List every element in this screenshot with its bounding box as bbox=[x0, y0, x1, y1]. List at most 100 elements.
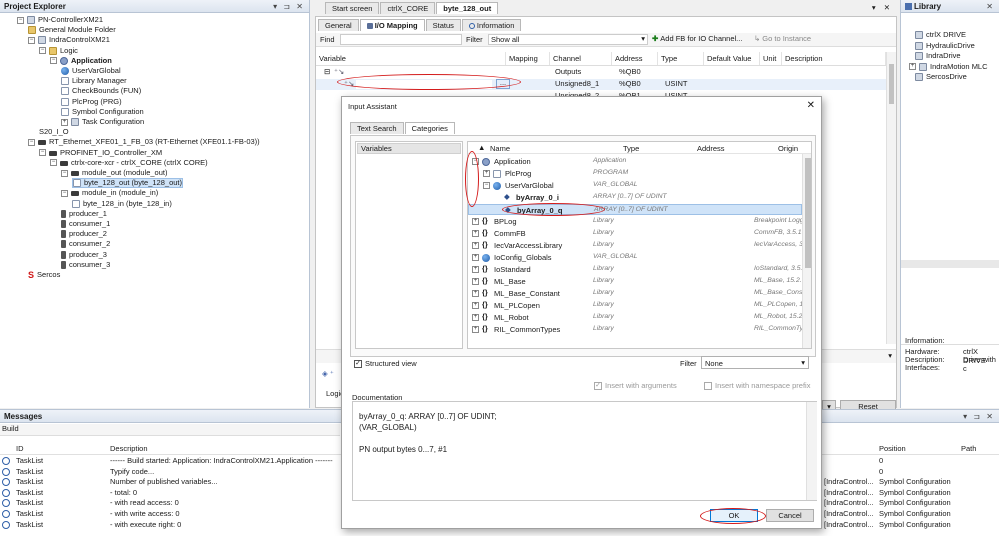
category-variables[interactable]: Variables bbox=[357, 143, 461, 154]
library-item[interactable]: SercosDrive bbox=[915, 72, 967, 82]
add-fb-button[interactable]: ✚ Add FB for IO Channel... bbox=[652, 34, 742, 43]
project-tree-item[interactable]: − ctrlx-core-xcr - ctrlX_CORE (ctrlX CORE… bbox=[50, 158, 208, 168]
insert-args-checkbox[interactable]: ✓ Insert with arguments bbox=[594, 381, 677, 390]
tab-general[interactable]: General bbox=[318, 19, 359, 31]
col-channel[interactable]: Channel bbox=[550, 52, 612, 65]
expand-icon[interactable]: − bbox=[17, 16, 24, 24]
symbol-row[interactable]: +{} CommFB Library CommFB, 3.5.15 bbox=[468, 228, 802, 239]
expand-icon[interactable]: − bbox=[28, 138, 35, 146]
col-path[interactable]: Path bbox=[961, 444, 976, 453]
expand-icon[interactable]: − bbox=[28, 36, 35, 44]
expand-icon[interactable]: + bbox=[483, 170, 490, 177]
tab-categories[interactable]: Categories bbox=[404, 122, 455, 134]
expand-icon[interactable]: − bbox=[50, 57, 57, 65]
project-tree-item[interactable]: S Sercos bbox=[28, 270, 60, 280]
expand-icon[interactable]: + bbox=[472, 230, 479, 237]
col-id[interactable]: ID bbox=[16, 444, 24, 453]
expand-icon[interactable]: + bbox=[472, 314, 479, 321]
expand-icon[interactable]: − bbox=[61, 189, 68, 197]
project-tree-item[interactable]: S20_I_O bbox=[39, 127, 69, 137]
symbol-row[interactable]: +{} IecVarAccessLibrary Library IecVarAcces… bbox=[468, 240, 802, 251]
col-address[interactable]: Address bbox=[697, 144, 725, 153]
expand-icon[interactable]: + bbox=[472, 326, 479, 333]
project-tree-item[interactable]: − PN-ControllerXM21 bbox=[17, 15, 103, 25]
tab-status[interactable]: Status bbox=[425, 19, 461, 31]
expand-icon[interactable]: + bbox=[61, 118, 68, 126]
goto-instance-button[interactable]: ↳ Go to Instance bbox=[754, 34, 811, 43]
tab-io-mapping[interactable]: I/O Mapping bbox=[359, 19, 425, 31]
expand-icon[interactable]: + bbox=[472, 302, 479, 309]
project-tree-item[interactable]: consumer_3 bbox=[61, 260, 110, 270]
tab-ctrlx-core[interactable]: ctrlX_CORE bbox=[380, 2, 436, 14]
symbol-row[interactable]: − UserVarGlobal VAR_GLOBAL bbox=[468, 180, 802, 191]
symbol-scrollbar[interactable] bbox=[802, 154, 811, 348]
editor-window-controls[interactable]: ▾ ✕ bbox=[872, 3, 893, 12]
col-variable[interactable]: Variable bbox=[316, 52, 506, 65]
symbol-row[interactable]: − Application Application bbox=[468, 156, 802, 167]
symbol-row[interactable]: + IoConfig_Globals VAR_GLOBAL bbox=[468, 252, 802, 263]
project-tree-item[interactable]: − Logic bbox=[39, 46, 78, 56]
expand-icon[interactable]: − bbox=[61, 169, 68, 177]
project-tree-item[interactable]: byte_128_in (byte_128_in) bbox=[72, 199, 172, 209]
symbol-row[interactable]: +{} IoStandard Library IoStandard, 3.5. bbox=[468, 264, 802, 275]
find-input[interactable] bbox=[340, 34, 462, 45]
project-tree-item[interactable]: Symbol Configuration bbox=[61, 107, 144, 117]
project-tree-item[interactable]: − IndraControlXM21 bbox=[28, 35, 110, 45]
project-tree-item[interactable]: CheckBounds (FUN) bbox=[61, 86, 141, 96]
expand-icon[interactable]: − bbox=[50, 159, 57, 167]
filter-select[interactable]: Show all ▾ bbox=[488, 34, 648, 45]
insert-ns-checkbox[interactable]: Insert with namespace prefix bbox=[704, 381, 810, 390]
tab-start-screen[interactable]: Start screen bbox=[325, 2, 380, 14]
project-tree-item[interactable]: Library Manager bbox=[61, 76, 127, 86]
expand-icon[interactable]: + bbox=[909, 63, 916, 70]
col-address[interactable]: Address bbox=[612, 52, 658, 65]
project-tree-item[interactable]: + Task Configuration bbox=[61, 117, 144, 127]
bottom-toolbar-icons[interactable]: ◈ ⁺ bbox=[322, 369, 334, 378]
symbol-row[interactable]: +{} RIL_CommonTypes Library RIL_CommonTyp bbox=[468, 324, 802, 335]
symbol-row[interactable]: +{} BPLog Library Breakpoint Logg bbox=[468, 216, 802, 227]
col-description[interactable]: Description bbox=[110, 444, 148, 453]
expand-icon[interactable]: + bbox=[472, 290, 479, 297]
project-tree-item[interactable]: − PROFINET_IO_Controller_XM bbox=[39, 148, 162, 158]
structured-view-checkbox[interactable]: ✓ Structured view bbox=[354, 359, 417, 368]
cancel-button[interactable]: Cancel bbox=[766, 509, 814, 522]
project-tree-item[interactable]: − module_in (module_in) bbox=[61, 188, 158, 198]
expand-icon[interactable]: − bbox=[39, 149, 46, 157]
dialog-filter-select[interactable]: None ▾ bbox=[701, 356, 809, 369]
expand-icon[interactable]: − bbox=[39, 47, 46, 55]
col-name[interactable]: Name bbox=[490, 144, 510, 153]
col-origin[interactable]: Origin bbox=[778, 144, 798, 153]
library-item[interactable]: ctrlX DRIVE bbox=[915, 30, 966, 40]
project-tree-item[interactable]: − module_out (module_out) bbox=[61, 168, 167, 178]
expand-icon[interactable]: + bbox=[472, 242, 479, 249]
panel-controls-icon[interactable]: ▾ ⊐ ✕ bbox=[273, 2, 305, 11]
panel-controls-icon[interactable]: ▾ ⊐ ✕ bbox=[963, 412, 995, 421]
symbol-row[interactable]: ◆ byArray_0_i ARRAY [0..7] OF UDINT bbox=[468, 192, 802, 203]
project-tree-item[interactable]: consumer_2 bbox=[61, 239, 110, 249]
symbol-row[interactable]: +{} ML_PLCopen Library ML_PLCopen, 15 bbox=[468, 300, 802, 311]
col-type[interactable]: Type bbox=[623, 144, 639, 153]
tab-byte-128-out[interactable]: byte_128_out bbox=[436, 2, 499, 14]
col-position[interactable]: Position bbox=[879, 444, 906, 453]
close-icon[interactable]: ✕ bbox=[986, 2, 995, 11]
library-item[interactable]: + IndraMotion MLC bbox=[909, 62, 988, 72]
col-unit[interactable]: Unit bbox=[760, 52, 782, 65]
expand-icon[interactable]: − bbox=[483, 182, 490, 189]
col-default-value[interactable]: Default Value bbox=[704, 52, 760, 65]
symbol-row[interactable]: + PlcProg PROGRAM bbox=[468, 168, 802, 179]
col-description[interactable]: Description bbox=[782, 52, 886, 65]
expand-icon[interactable]: + bbox=[472, 218, 479, 225]
expand-icon[interactable]: + bbox=[472, 254, 479, 261]
documentation-scrollbar[interactable] bbox=[806, 402, 817, 500]
expand-icon[interactable]: ⊟ bbox=[324, 67, 330, 76]
project-tree-item[interactable]: UserVarGlobal bbox=[61, 66, 121, 76]
expand-icon[interactable]: + bbox=[472, 266, 479, 273]
project-tree-item[interactable]: − RT_Ethernet_XFE01_1_FB_03 (RT-Ethernet … bbox=[28, 137, 260, 147]
tab-text-search[interactable]: Text Search bbox=[350, 122, 404, 134]
symbol-row[interactable]: +{} ML_Robot Library ML_Robot, 15.2. bbox=[468, 312, 802, 323]
tab-information[interactable]: Information bbox=[461, 19, 522, 31]
library-item[interactable]: IndraDrive bbox=[915, 51, 961, 61]
project-tree-item[interactable]: − Application bbox=[50, 56, 112, 66]
symbol-row[interactable]: +{} ML_Base_Constant Library ML_Base_Const bbox=[468, 288, 802, 299]
expand-icon[interactable]: + bbox=[472, 278, 479, 285]
